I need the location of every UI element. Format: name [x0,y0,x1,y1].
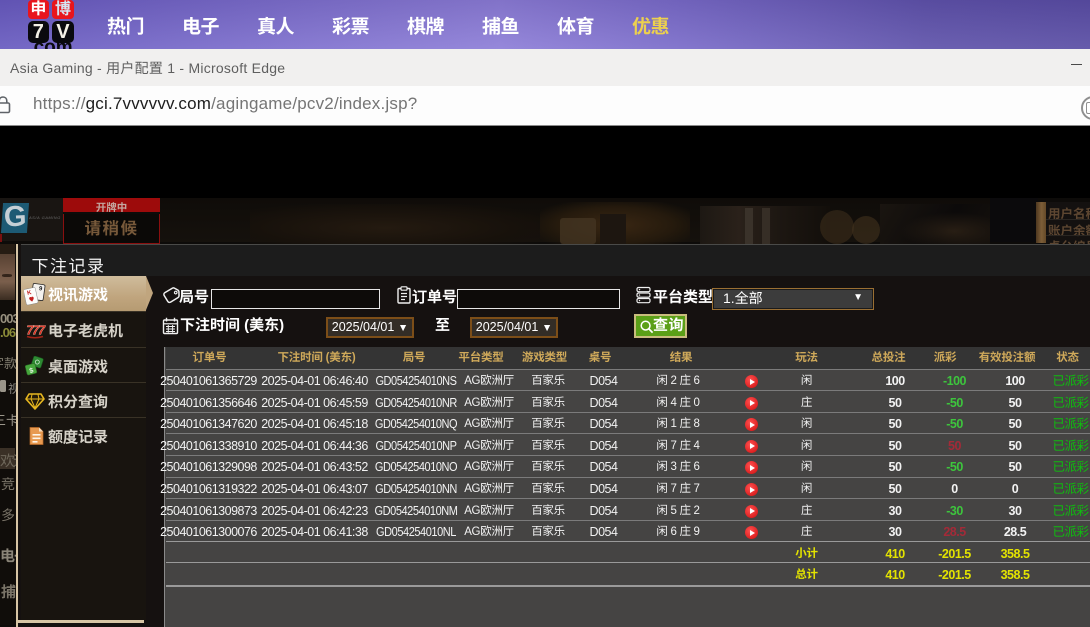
svg-text:777: 777 [26,323,45,338]
